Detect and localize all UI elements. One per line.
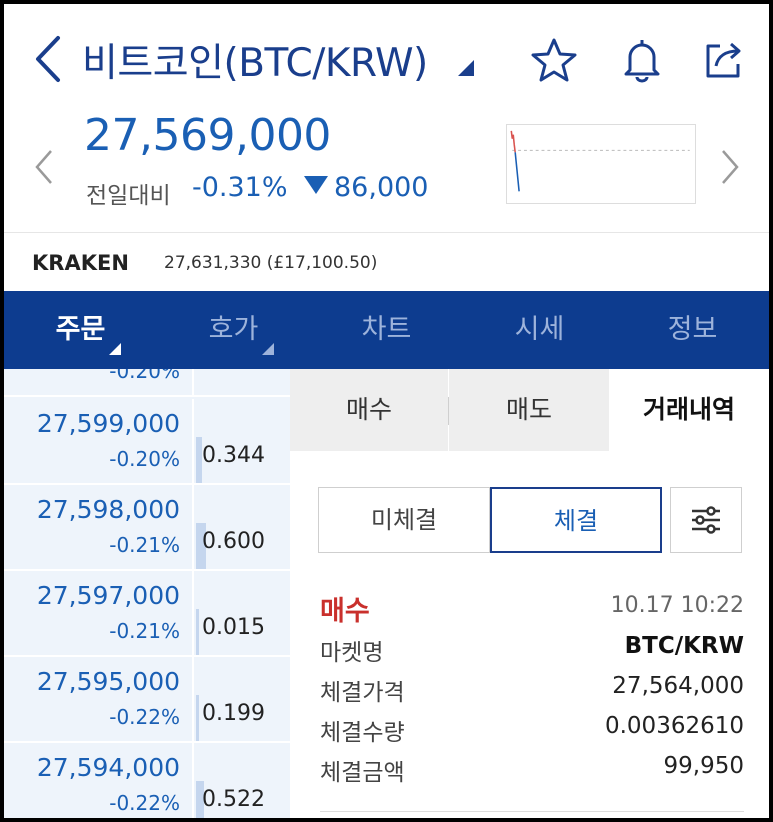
tab-chart[interactable]: 차트	[310, 291, 463, 369]
order-book-pct: -0.21%	[109, 619, 180, 643]
next-coin-chevron-icon[interactable]	[720, 149, 740, 185]
trade-time: 10.17 10:22	[610, 593, 744, 618]
order-book-price: 27,598,000	[36, 495, 180, 524]
price-summary: 27,569,000 전일대비 -0.31% 86,000	[4, 104, 769, 234]
amount-label: 체결금액	[320, 760, 405, 786]
price-value: 27,564,000	[612, 673, 744, 699]
order-book-row[interactable]: 27,595,000 -0.22% 0.199	[4, 657, 290, 743]
order-book-pct: -0.21%	[109, 533, 180, 557]
top-bar: 비트코인(BTC/KRW)	[4, 4, 769, 112]
tab-order-caret-icon	[109, 343, 121, 355]
tab-order[interactable]: 주문	[4, 291, 157, 369]
qty-label: 체결수량	[320, 720, 405, 746]
order-book-price: 27,595,000	[36, 667, 180, 696]
trade-header-row: 매수 10.17 10:22	[320, 587, 744, 627]
order-book-price: 27,594,000	[36, 753, 180, 782]
tab-chart-label: 차트	[361, 314, 412, 345]
bell-icon[interactable]	[618, 36, 666, 84]
order-book-price: 27,597,000	[36, 581, 180, 610]
tab-orderbook-label: 호가	[208, 314, 259, 345]
screen: 비트코인(BTC/KRW) 27,569,000 전일대비 -0.31% 86,…	[4, 4, 769, 818]
unfilled-button[interactable]: 미체결	[318, 487, 490, 553]
order-panel: 매수 매도 거래내역 미체결 체결 매수 10.17 10:22 마켓명 BTC…	[290, 369, 769, 818]
order-book-pct: -0.20%	[109, 369, 180, 383]
amount-value: 99,950	[663, 753, 744, 779]
tab-info[interactable]: 정보	[616, 291, 769, 369]
exchange-price: 27,631,330 (£17,100.50)	[164, 253, 378, 273]
order-book-price-cell: 27,594,000 -0.22%	[4, 743, 194, 818]
tab-info-label: 정보	[667, 314, 718, 345]
order-book-price-cell: 27,598,000 -0.21%	[4, 485, 194, 571]
order-book-row[interactable]: 27,598,000 -0.21% 0.600	[4, 485, 290, 571]
order-book-qty: 0.522	[202, 787, 265, 812]
order-book-price-cell: 27,595,000 -0.22%	[4, 657, 194, 743]
subtab-history[interactable]: 거래내역	[609, 369, 769, 451]
star-icon[interactable]	[530, 36, 578, 84]
trade-market-row: 마켓명 BTC/KRW	[320, 627, 744, 667]
order-book-volume-bar	[196, 609, 199, 655]
sliders-icon	[692, 506, 720, 534]
tab-orderbook-caret-icon	[262, 343, 274, 355]
change-amount-value: 86,000	[334, 172, 429, 203]
order-book-row[interactable]: 27,597,000 -0.21% 0.015	[4, 571, 290, 657]
order-book-qty: 0.600	[202, 529, 265, 554]
change-label: 전일대비	[86, 183, 171, 209]
share-icon[interactable]	[700, 36, 748, 84]
exchange-name: KRAKEN	[32, 251, 129, 275]
down-triangle-icon	[304, 176, 328, 194]
trade-side: 매수	[320, 596, 370, 627]
order-book-price-cell: 27,597,000 -0.21%	[4, 571, 194, 657]
order-book-pct: -0.22%	[109, 705, 180, 729]
price-label: 체결가격	[320, 680, 405, 706]
order-book[interactable]: -0.20% 27,599,000 -0.20% 0.344 27,598,000 -0…	[4, 369, 290, 818]
coin-title[interactable]: 비트코인(BTC/KRW)	[82, 32, 428, 88]
trade-price-row: 체결가격 27,564,000	[320, 667, 744, 707]
market-label: 마켓명	[320, 640, 384, 666]
filled-button[interactable]: 체결	[490, 487, 662, 553]
trade-record[interactable]: 매수 10.17 10:22 마켓명 BTC/KRW 체결가격 27,564,0…	[320, 587, 744, 787]
tab-market-label: 시세	[514, 314, 565, 345]
title-dropdown-caret-icon[interactable]	[456, 58, 476, 78]
qty-value: 0.00362610	[604, 713, 744, 739]
trade-separator	[320, 811, 744, 812]
order-book-price-cell: -0.20%	[4, 369, 194, 397]
order-book-pct: -0.22%	[109, 791, 180, 815]
order-book-qty: 0.344	[202, 443, 265, 468]
market-value: BTC/KRW	[624, 633, 744, 659]
order-book-qty: 0.199	[202, 701, 265, 726]
order-book-price: 27,599,000	[36, 409, 180, 438]
change-percent: -0.31%	[192, 172, 288, 203]
mini-price-chart[interactable]	[506, 124, 696, 204]
trade-amount-row: 체결금액 99,950	[320, 747, 744, 787]
exchange-reference: KRAKEN 27,631,330 (£17,100.50)	[4, 232, 769, 291]
order-book-row[interactable]: 27,594,000 -0.22% 0.522	[4, 743, 290, 818]
order-book-qty: 0.015	[202, 615, 265, 640]
order-book-pct: -0.20%	[109, 447, 180, 471]
main-tabs: 주문 호가 차트 시세 정보	[4, 291, 769, 369]
tab-market[interactable]: 시세	[463, 291, 616, 369]
subtab-sell[interactable]: 매도	[449, 369, 609, 451]
current-price: 27,569,000	[84, 110, 331, 161]
tab-order-label: 주문	[55, 314, 106, 345]
order-book-volume-bar	[196, 695, 199, 741]
subtab-buy[interactable]: 매수	[290, 369, 448, 451]
filter-settings-button[interactable]	[670, 487, 742, 553]
order-book-row-partial[interactable]: -0.20%	[4, 369, 290, 397]
order-book-row[interactable]: 27,599,000 -0.20% 0.344	[4, 399, 290, 485]
change-amount: 86,000	[304, 172, 428, 203]
back-arrow-icon[interactable]	[30, 34, 66, 84]
tab-orderbook[interactable]: 호가	[157, 291, 310, 369]
order-subtabs: 매수 매도 거래내역	[290, 369, 769, 451]
order-book-price-cell: 27,599,000 -0.20%	[4, 399, 194, 485]
prev-coin-chevron-icon[interactable]	[34, 149, 54, 185]
trade-qty-row: 체결수량 0.00362610	[320, 707, 744, 747]
